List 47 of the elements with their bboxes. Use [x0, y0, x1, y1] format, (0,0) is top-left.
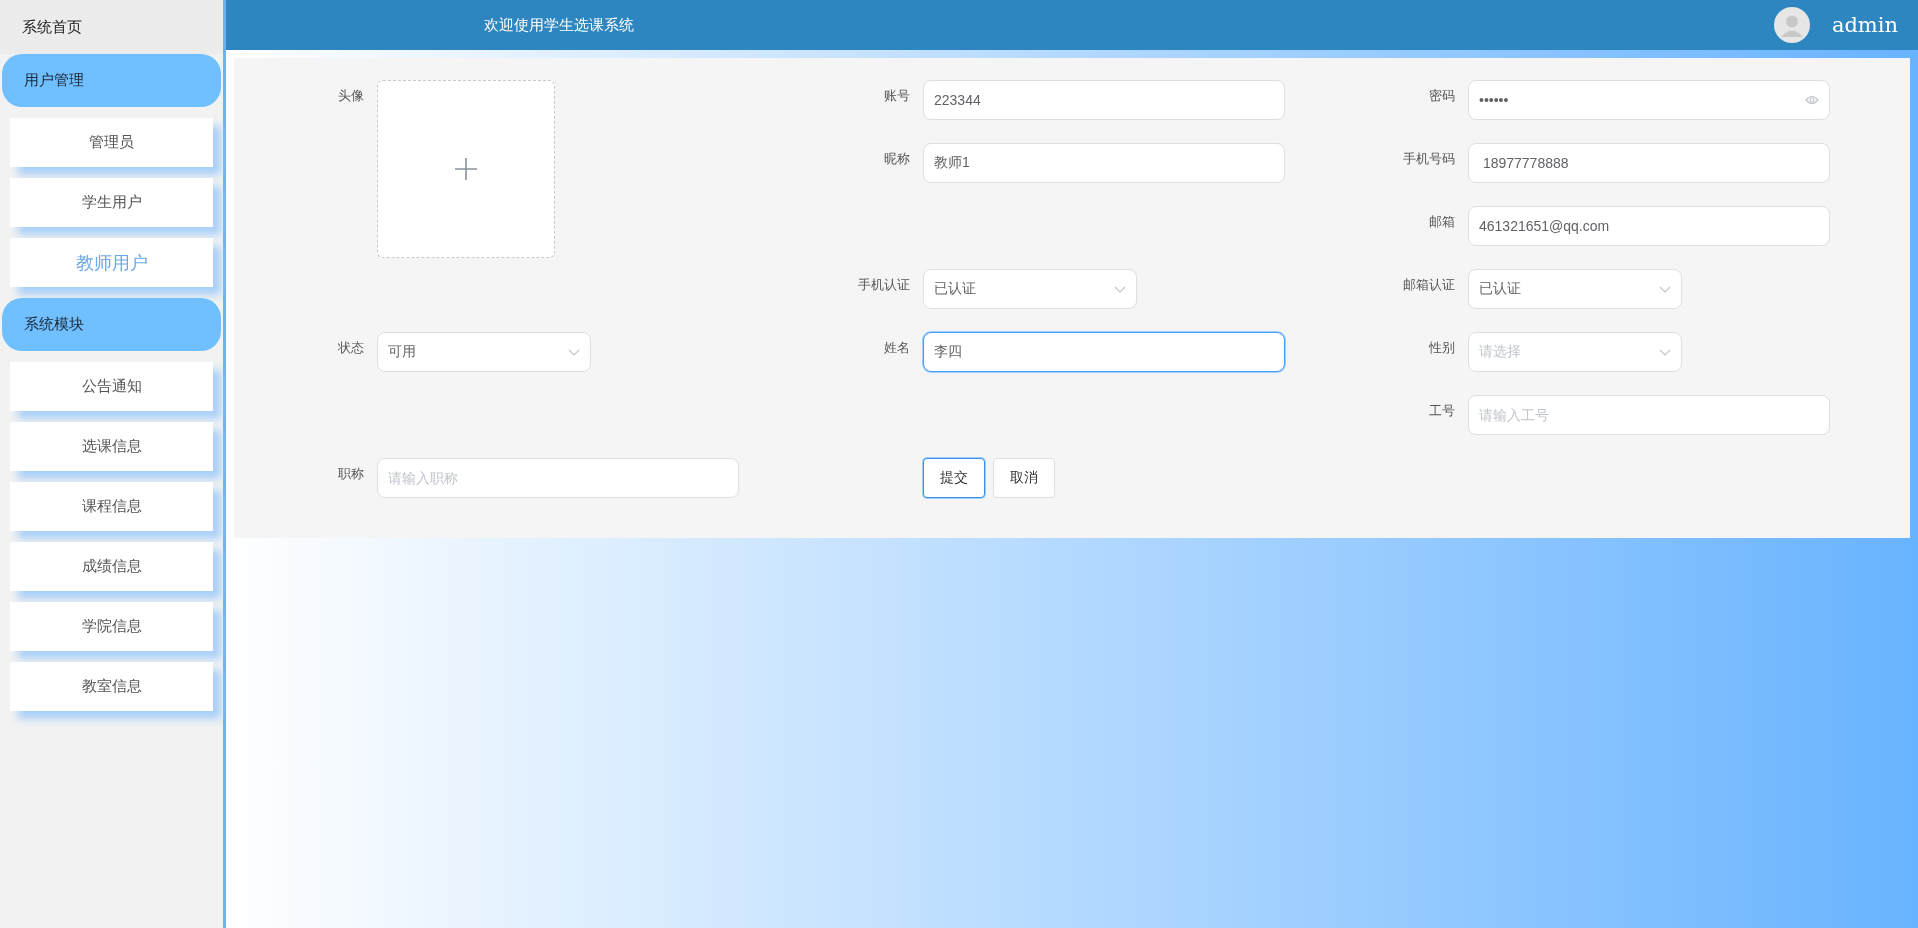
field-label: 手机认证: [857, 276, 910, 294]
menu-item[interactable]: 公告通知: [10, 362, 213, 411]
field-label: 头像: [337, 87, 364, 105]
chevron-icon: [1114, 285, 1126, 293]
form-button[interactable]: 取消: [993, 458, 1055, 498]
field-label: 姓名: [883, 339, 910, 357]
menu-item[interactable]: 课程信息: [10, 482, 213, 531]
upload-box[interactable]: [377, 80, 555, 258]
field-label: 性别: [1428, 339, 1455, 357]
select-field[interactable]: 可用: [377, 332, 591, 372]
plus-icon: [455, 158, 477, 180]
input-field[interactable]: 223344: [923, 80, 1285, 120]
field-label: 职称: [337, 465, 364, 483]
home-link[interactable]: 系统首页: [0, 0, 223, 54]
select-field[interactable]: 已认证: [923, 269, 1137, 309]
avatar-icon[interactable]: [1773, 7, 1810, 43]
select-field[interactable]: 已认证: [1468, 269, 1682, 309]
input-field[interactable]: 18977778888: [1468, 143, 1830, 183]
chevron-icon: [568, 348, 580, 356]
user-name[interactable]: admin: [1831, 13, 1898, 37]
menu-item[interactable]: 管理员: [10, 118, 213, 167]
field-label: 密码: [1428, 87, 1455, 105]
chevron-icon: [1659, 348, 1671, 356]
input-field[interactable]: 教师1: [923, 143, 1285, 183]
field-label: 昵称: [883, 150, 910, 168]
chevron-icon: [1659, 285, 1671, 293]
menu-item[interactable]: 成绩信息: [10, 542, 213, 591]
form-button[interactable]: 提交: [923, 458, 985, 498]
header-title: 欢迎使用学生选课系统: [484, 15, 634, 35]
menu-item[interactable]: 学生用户: [10, 178, 213, 227]
input-field[interactable]: 李四: [923, 332, 1285, 372]
menu-group-header[interactable]: 用户管理: [2, 54, 221, 107]
menu-item[interactable]: 学院信息: [10, 602, 213, 651]
field-label: 邮箱: [1428, 213, 1455, 231]
menu-group-header[interactable]: 系统模块: [2, 298, 221, 351]
eye-icon[interactable]: [1805, 95, 1819, 105]
field-label: 邮箱认证: [1402, 276, 1455, 294]
password-field[interactable]: ••••••: [1468, 80, 1830, 120]
input-field[interactable]: 请输入工号: [1468, 395, 1830, 435]
input-field[interactable]: 461321651@qq.com: [1468, 206, 1830, 246]
field-label: 状态: [337, 339, 364, 357]
menu-item[interactable]: 选课信息: [10, 422, 213, 471]
field-label: 账号: [883, 87, 910, 105]
input-field[interactable]: 请输入职称: [377, 458, 739, 498]
field-label: 手机号码: [1402, 150, 1455, 168]
field-label: 工号: [1428, 402, 1455, 420]
menu-item[interactable]: 教室信息: [10, 662, 213, 711]
